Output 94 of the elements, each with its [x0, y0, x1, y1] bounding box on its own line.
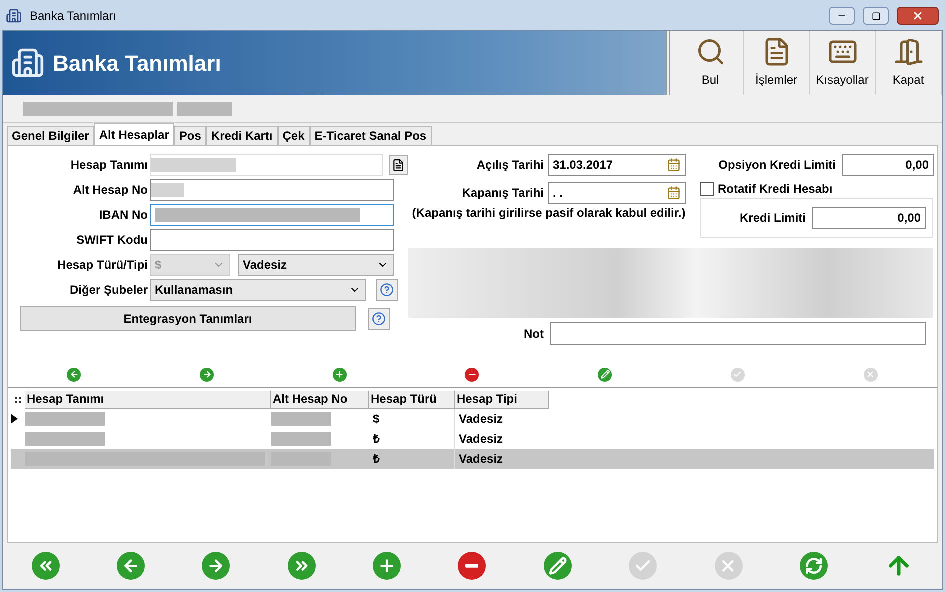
edit-button[interactable] — [544, 552, 572, 580]
minus-icon — [468, 374, 476, 376]
field-label: Alt Hesap No — [72, 182, 148, 199]
calendar-icon[interactable] — [667, 158, 681, 172]
close-icon — [912, 10, 924, 22]
maximize-button[interactable] — [863, 7, 889, 25]
tab[interactable]: Genel Bilgiler — [7, 126, 94, 145]
tab[interactable]: Pos — [174, 126, 206, 145]
door-icon — [894, 37, 924, 67]
table-row[interactable]: ₺ Vadesiz — [11, 449, 934, 469]
input-field[interactable]: 0,00 — [842, 154, 934, 176]
help-button[interactable] — [376, 279, 398, 301]
building-icon — [11, 46, 45, 80]
maximize-icon — [872, 12, 880, 20]
dropdown[interactable]: Vadesiz — [238, 254, 394, 276]
field-label: Kredi Limiti — [740, 210, 806, 227]
right-arrow-icon — [207, 556, 226, 576]
close-button[interactable] — [897, 7, 939, 25]
add-icon — [378, 556, 396, 576]
toolbar-button[interactable]: Kısayollar — [810, 31, 876, 95]
app-icon — [6, 8, 22, 24]
dropdown[interactable]: Kullanamasın — [150, 279, 366, 301]
window-title: Banka Tanımları — [30, 8, 118, 25]
first-button[interactable] — [32, 552, 60, 580]
integration-button[interactable]: Entegrasyon Tanımları — [20, 306, 356, 331]
left-arrow-icon — [70, 370, 79, 380]
field-label: Diğer Şubeler — [68, 282, 148, 299]
search-icon — [696, 37, 726, 67]
refresh-button[interactable] — [800, 552, 828, 580]
tab[interactable]: Kredi Kartı — [206, 126, 278, 145]
field-label: IBAN No — [98, 207, 148, 224]
minus-icon — [465, 564, 480, 568]
grid-corner-icon — [15, 397, 21, 403]
help-button[interactable] — [368, 308, 390, 330]
redacted-text — [151, 183, 184, 197]
right-arrow-icon — [202, 370, 212, 380]
table-cell: ₺ — [369, 449, 455, 469]
date-field[interactable]: 31.03.2017 — [548, 154, 686, 176]
input-field[interactable]: 0,00 — [812, 207, 926, 229]
last-button[interactable] — [288, 552, 316, 580]
check-icon — [733, 370, 742, 380]
column-header: Hesap Türü — [369, 391, 455, 409]
delete-button[interactable] — [458, 552, 486, 580]
column-header: Hesap Tanımı — [25, 391, 271, 409]
help-icon — [372, 312, 386, 326]
redacted-text — [271, 432, 331, 446]
toolbar-button[interactable]: Kapat — [876, 31, 942, 95]
field-label: Kapanış Tarihi — [461, 185, 544, 202]
checkbox[interactable] — [700, 182, 714, 196]
edit-icon — [600, 370, 610, 380]
right-arrow-button[interactable] — [202, 552, 230, 580]
left-arrow-button[interactable] — [67, 368, 82, 382]
checkbox-label: Rotatif Kredi Hesabı — [718, 181, 833, 198]
left-arrow-button[interactable] — [117, 552, 146, 580]
toolbar-button[interactable]: İşlemler — [744, 31, 810, 95]
column-header: Alt Hesap No — [271, 391, 369, 409]
page-title: Banka Tanımları — [53, 50, 222, 78]
date-field[interactable]: . . — [548, 182, 686, 204]
closing-date-note: (Kapanış tarihi girilirse pasif olarak kabul edilir.) — [411, 206, 687, 220]
toolbar-button[interactable]: Bul — [678, 31, 744, 95]
column-header: Hesap Tipi — [455, 391, 549, 409]
calendar-icon[interactable] — [667, 186, 681, 200]
minimize-button[interactable] — [829, 7, 855, 25]
tab[interactable]: E-Ticaret Sanal Pos — [310, 126, 432, 145]
field-label: Not — [523, 326, 544, 342]
document-icon — [392, 158, 405, 172]
tab[interactable]: Çek — [278, 126, 310, 145]
table-cell-text: Vadesiz — [458, 451, 504, 468]
cancel-icon — [866, 370, 876, 380]
field-label: Açılış Tarihi — [476, 157, 544, 174]
redacted-text — [271, 412, 331, 426]
add-button[interactable] — [332, 368, 347, 382]
add-icon — [335, 370, 344, 380]
table-cell-text: Vadesiz — [458, 411, 504, 428]
delete-button[interactable] — [465, 368, 480, 382]
input-field[interactable] — [150, 204, 394, 226]
field-label: Hesap Tanımı — [70, 157, 148, 174]
document-button[interactable] — [388, 155, 408, 175]
tab[interactable]: Alt Hesaplar — [94, 123, 174, 145]
left-arrow-icon — [122, 556, 140, 576]
input-field[interactable] — [150, 229, 394, 251]
refresh-icon — [804, 556, 823, 576]
add-button[interactable] — [373, 552, 402, 580]
right-arrow-button[interactable] — [200, 368, 214, 382]
field-label: SWIFT Kodu — [76, 232, 148, 249]
field-label: Opsiyon Kredi Limiti — [718, 157, 836, 174]
redacted-text — [177, 102, 232, 116]
input-field[interactable] — [150, 179, 394, 201]
field-label: Hesap Türü/Tipi — [56, 257, 148, 274]
table-cell-text: Vadesiz — [458, 431, 504, 448]
edit-icon — [548, 556, 567, 576]
help-icon — [380, 283, 394, 297]
input-field[interactable] — [550, 322, 926, 345]
edit-button[interactable] — [598, 368, 612, 382]
